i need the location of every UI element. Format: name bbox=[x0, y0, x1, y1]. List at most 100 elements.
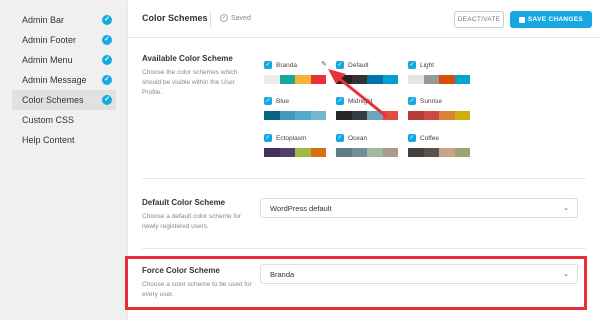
color-swatch bbox=[367, 148, 383, 157]
color-swatches bbox=[408, 75, 470, 84]
color-swatch bbox=[439, 111, 455, 120]
scheme-option-branda[interactable]: ✓ Branda ✎ bbox=[264, 60, 327, 84]
color-swatch bbox=[408, 148, 424, 157]
color-swatch bbox=[351, 75, 367, 84]
scheme-option-header: ✓ Sunrise bbox=[408, 96, 470, 106]
color-swatch bbox=[439, 148, 455, 157]
chevron-down-icon: ⌄ bbox=[563, 205, 569, 212]
save-changes-label: SAVE CHANGES bbox=[527, 16, 584, 23]
scheme-option-header: ✓ Light bbox=[408, 60, 470, 70]
color-swatch bbox=[264, 148, 280, 157]
scheme-name: Coffee bbox=[420, 134, 440, 142]
default-scheme-select[interactable]: WordPress default ⌄ bbox=[260, 198, 578, 218]
color-swatch bbox=[423, 148, 439, 157]
saved-status: ✓ Saved bbox=[220, 14, 251, 22]
sidebar-item-label: Admin Bar bbox=[22, 15, 65, 25]
color-swatch bbox=[310, 75, 326, 84]
scheme-name: Default bbox=[348, 61, 369, 69]
page-title: Color Schemes bbox=[142, 13, 208, 23]
scheme-name: Blue bbox=[276, 97, 290, 105]
color-swatch bbox=[264, 111, 280, 120]
scheme-checkbox[interactable]: ✓ bbox=[336, 97, 344, 105]
divider bbox=[142, 178, 586, 179]
color-swatch bbox=[454, 75, 470, 84]
sidebar-item-admin-menu[interactable]: Admin Menu ✓ bbox=[12, 50, 116, 70]
sidebar: Admin Bar ✓ Admin Footer ✓ Admin Menu ✓ … bbox=[0, 0, 128, 320]
color-swatch bbox=[336, 75, 352, 84]
sidebar-item-admin-footer[interactable]: Admin Footer ✓ bbox=[12, 30, 116, 50]
color-swatch bbox=[382, 75, 398, 84]
scheme-name: Sunrise bbox=[420, 97, 443, 105]
scheme-checkbox[interactable]: ✓ bbox=[336, 61, 344, 69]
color-swatch bbox=[367, 111, 383, 120]
saved-text: Saved bbox=[231, 14, 251, 22]
scheme-name: Branda bbox=[276, 61, 297, 69]
scheme-option-coffee[interactable]: ✓ Coffee bbox=[408, 133, 470, 157]
color-swatch bbox=[454, 148, 470, 157]
save-changes-button[interactable]: SAVE CHANGES bbox=[510, 11, 592, 28]
scheme-option-ectoplasm[interactable]: ✓ Ectoplasm bbox=[264, 133, 326, 157]
scheme-checkbox[interactable]: ✓ bbox=[408, 134, 416, 142]
sidebar-item-label: Admin Message bbox=[22, 75, 87, 85]
check-icon: ✓ bbox=[102, 35, 112, 45]
color-swatch bbox=[454, 111, 470, 120]
scheme-option-blue[interactable]: ✓ Blue bbox=[264, 96, 326, 120]
annotation-highlight-box bbox=[125, 256, 587, 310]
scheme-checkbox[interactable]: ✓ bbox=[264, 97, 272, 105]
check-icon: ✓ bbox=[102, 15, 112, 25]
scheme-checkbox[interactable]: ✓ bbox=[408, 97, 416, 105]
scheme-option-header: ✓ Ectoplasm bbox=[264, 133, 326, 143]
color-swatch bbox=[408, 111, 424, 120]
default-scheme-description: Choose a default color scheme for newly … bbox=[142, 213, 241, 230]
scheme-option-default[interactable]: ✓ Default bbox=[336, 60, 398, 84]
color-swatch bbox=[295, 111, 311, 120]
header-divider bbox=[210, 11, 211, 27]
check-icon: ✓ bbox=[102, 55, 112, 65]
color-swatch bbox=[439, 75, 455, 84]
color-swatch bbox=[264, 75, 280, 84]
sidebar-item-label: Admin Footer bbox=[22, 35, 77, 45]
sidebar-item-admin-message[interactable]: Admin Message ✓ bbox=[12, 70, 116, 90]
deactivate-button[interactable]: DEACTIVATE bbox=[454, 11, 504, 28]
color-swatches bbox=[264, 148, 326, 157]
color-swatch bbox=[336, 111, 352, 120]
scheme-option-sunrise[interactable]: ✓ Sunrise bbox=[408, 96, 470, 120]
color-swatch bbox=[423, 75, 439, 84]
color-swatch bbox=[408, 75, 424, 84]
default-scheme-label: Default Color Scheme bbox=[142, 198, 226, 207]
scheme-checkbox[interactable]: ✓ bbox=[264, 134, 272, 142]
panel-header: Color Schemes ✓ Saved DEACTIVATE SAVE CH… bbox=[128, 0, 600, 38]
scheme-option-header: ✓ Default bbox=[336, 60, 398, 70]
scheme-checkbox[interactable]: ✓ bbox=[336, 134, 344, 142]
scheme-name: Ocean bbox=[348, 134, 368, 142]
scheme-option-light[interactable]: ✓ Light bbox=[408, 60, 470, 84]
scheme-option-header: ✓ Ocean bbox=[336, 133, 398, 143]
scheme-option-header: ✓ Branda bbox=[264, 60, 326, 70]
scheme-option-ocean[interactable]: ✓ Ocean bbox=[336, 133, 398, 157]
color-swatch bbox=[367, 75, 383, 84]
sidebar-item-color-schemes[interactable]: Color Schemes ✓ bbox=[12, 90, 116, 110]
color-swatch bbox=[423, 111, 439, 120]
divider bbox=[142, 248, 586, 249]
scheme-checkbox[interactable]: ✓ bbox=[408, 61, 416, 69]
scheme-option-midnight[interactable]: ✓ Midnight bbox=[336, 96, 398, 120]
color-swatch bbox=[295, 75, 311, 84]
sidebar-item-admin-bar[interactable]: Admin Bar ✓ bbox=[12, 10, 116, 30]
color-swatches bbox=[264, 111, 326, 120]
color-swatches bbox=[408, 111, 470, 120]
color-swatch bbox=[279, 111, 295, 120]
scheme-name: Midnight bbox=[348, 97, 373, 105]
sidebar-item-help-content[interactable]: Help Content bbox=[12, 130, 116, 150]
sidebar-item-label: Help Content bbox=[22, 135, 75, 145]
pencil-edit-icon[interactable]: ✎ bbox=[321, 60, 327, 68]
color-swatches bbox=[336, 148, 398, 157]
color-swatches bbox=[336, 111, 398, 120]
scheme-name: Ectoplasm bbox=[276, 134, 307, 142]
check-icon: ✓ bbox=[102, 95, 112, 105]
color-swatch bbox=[310, 111, 326, 120]
sidebar-item-custom-css[interactable]: Custom CSS bbox=[12, 110, 116, 130]
color-swatches bbox=[264, 75, 326, 84]
color-swatches bbox=[336, 75, 398, 84]
scheme-checkbox[interactable]: ✓ bbox=[264, 61, 272, 69]
color-swatch bbox=[336, 148, 352, 157]
